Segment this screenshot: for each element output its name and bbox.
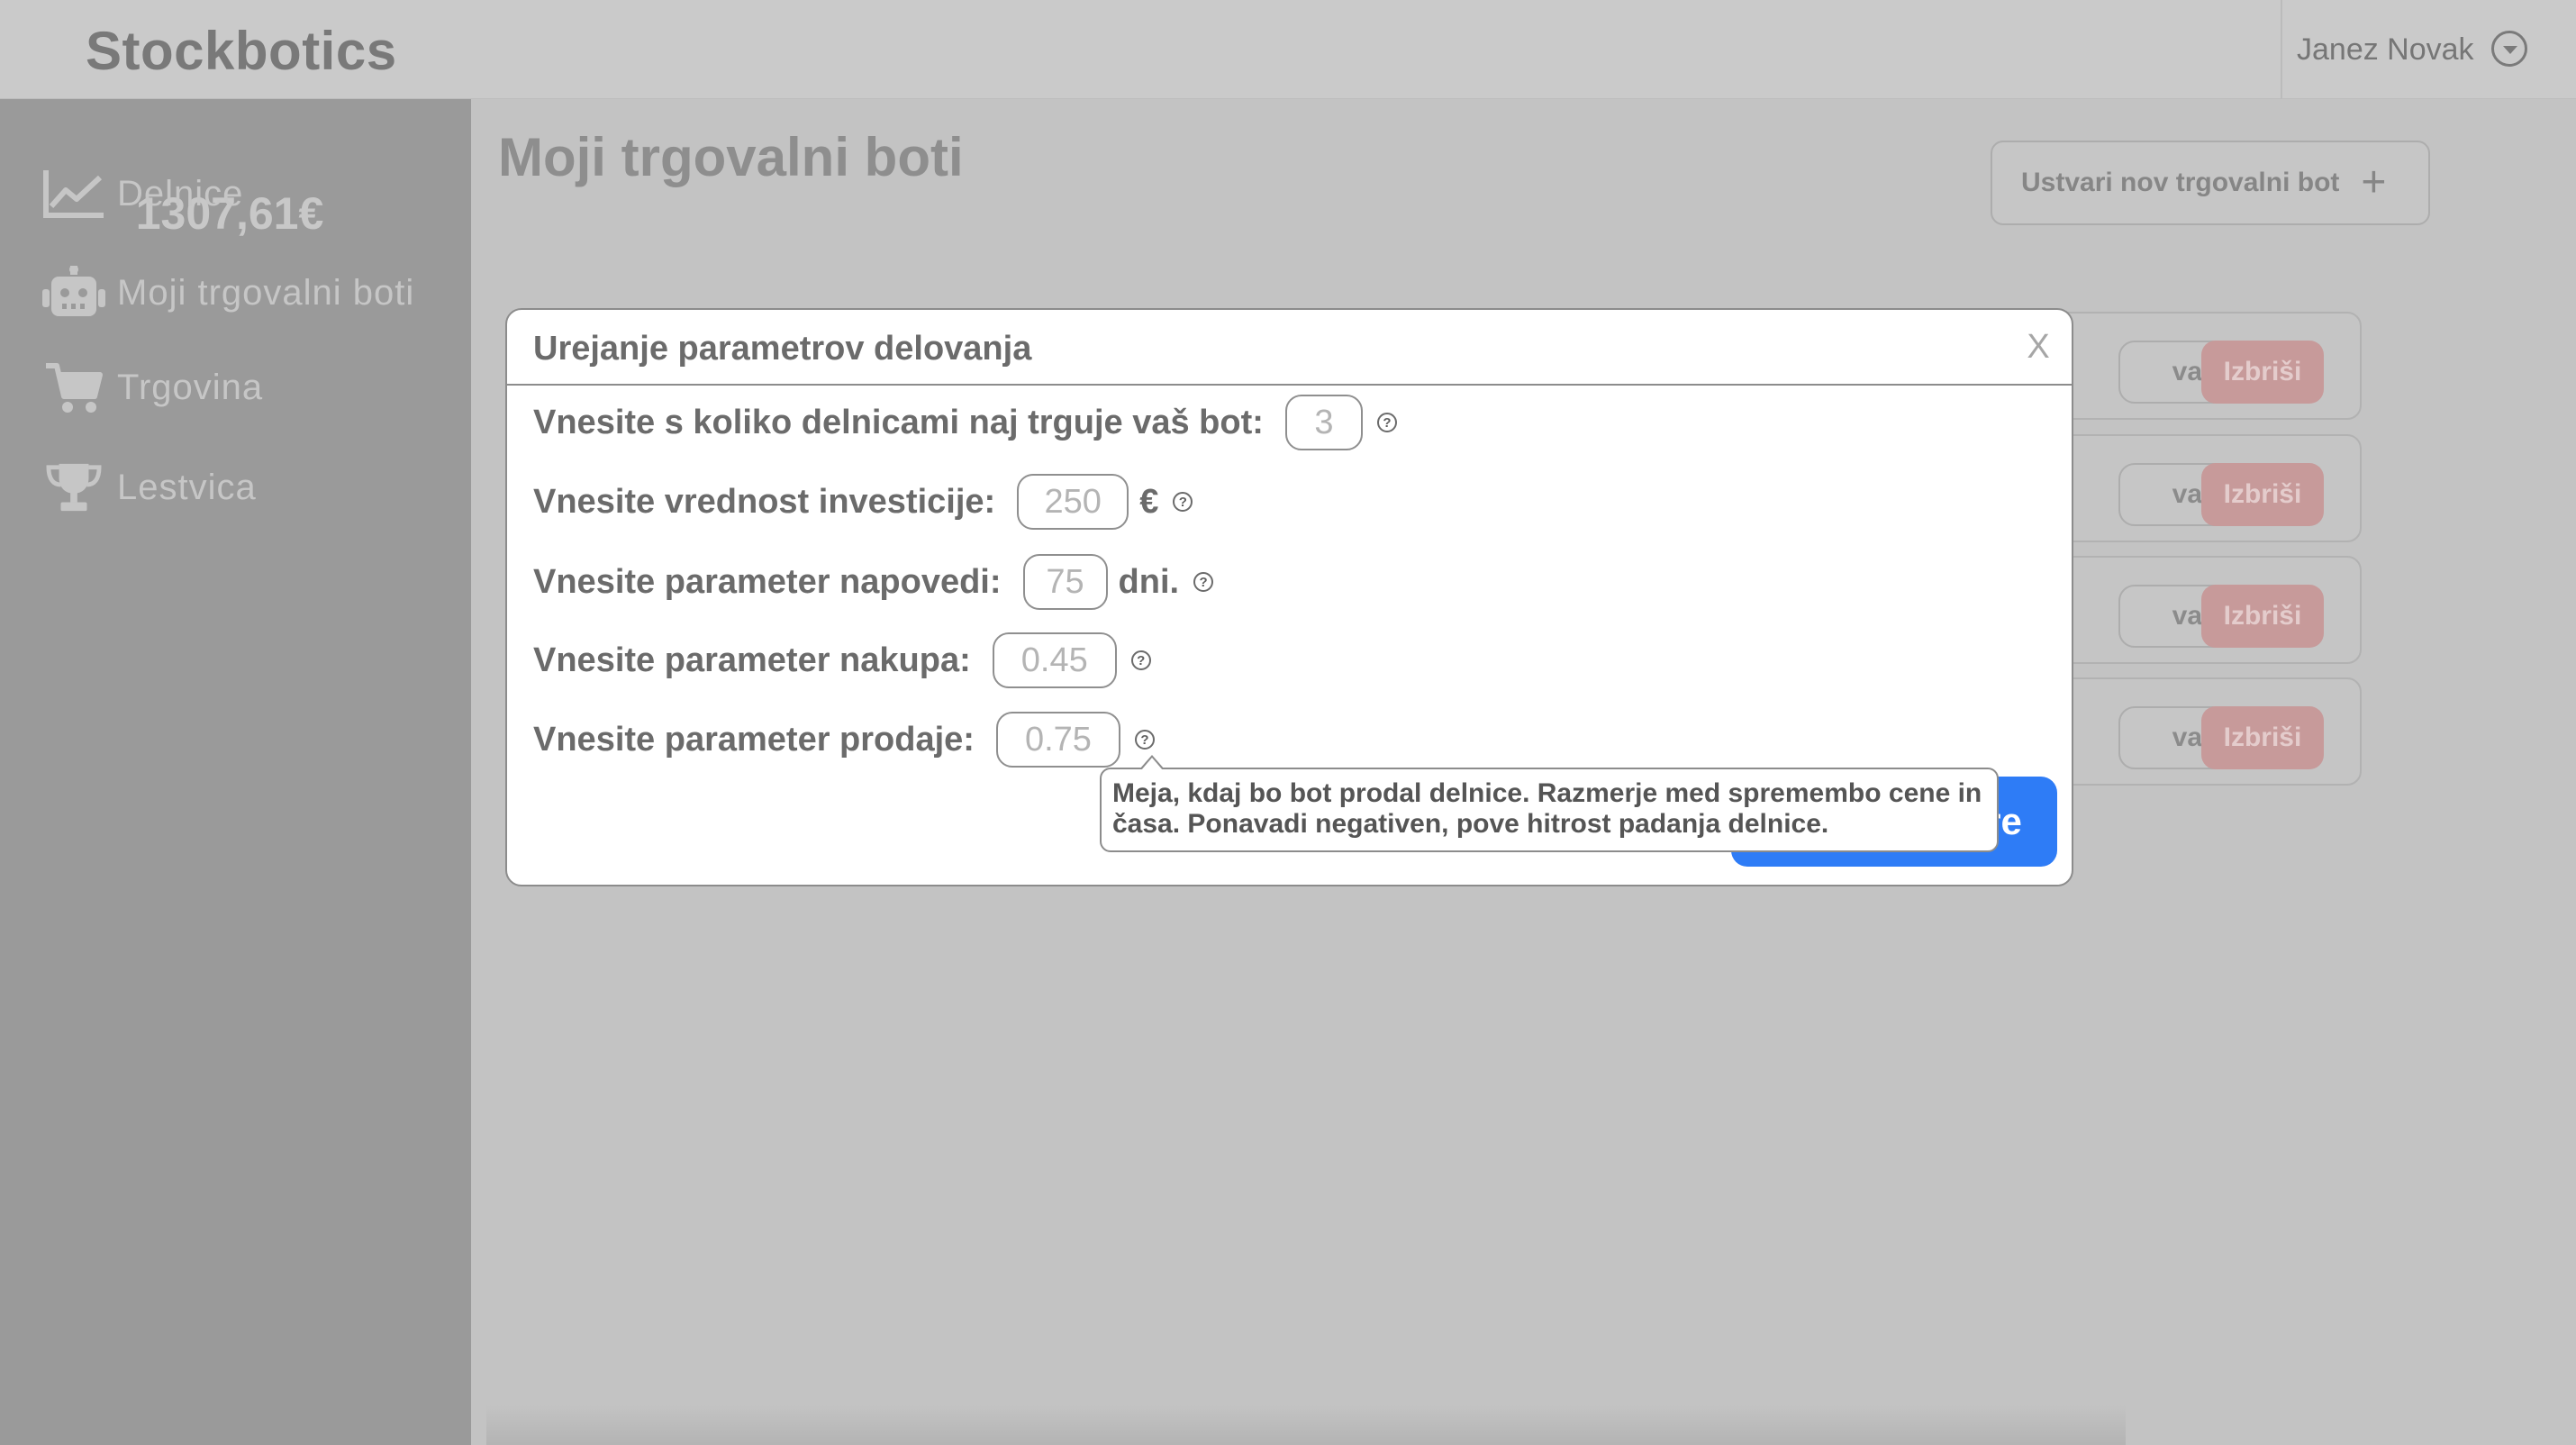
modal-header: Urejanje parametrov delovanja X xyxy=(507,310,2072,386)
shares-count-input[interactable] xyxy=(1284,395,1363,450)
prediction-parameter-input[interactable] xyxy=(1022,554,1108,610)
cart-icon xyxy=(41,359,106,416)
tooltip-text: Meja, kdaj bo bot prodal delnice. Razmer… xyxy=(1112,778,1982,839)
trophy-icon xyxy=(41,459,106,516)
delete-bot-button[interactable]: Izbriši xyxy=(2201,585,2324,648)
create-bot-label: Ustvari nov trgovalni bot xyxy=(2021,168,2340,197)
scroll-shadow xyxy=(486,1405,2126,1445)
param-label: Vnesite s koliko delnicami naj trguje va… xyxy=(533,403,1264,441)
param-row-prediction: Vnesite parameter napovedi: dni. ? xyxy=(533,554,1214,610)
page-title: Moji trgovalni boti xyxy=(498,127,964,187)
delete-bot-button[interactable]: Izbriši xyxy=(2201,341,2324,404)
param-label: Vnesite vrednost investicije: xyxy=(533,482,996,521)
edit-parameters-modal: Urejanje parametrov delovanja X Vnesite … xyxy=(505,308,2073,886)
close-icon[interactable]: X xyxy=(2020,328,2056,368)
param-row-investment: Vnesite vrednost investicije: € ? xyxy=(533,474,1193,530)
sidebar-item-label: Delnice xyxy=(117,173,244,214)
brand-logo[interactable]: Stockbotics xyxy=(86,20,397,82)
delete-bot-button[interactable]: Izbriši xyxy=(2201,706,2324,769)
create-bot-button[interactable]: Ustvari nov trgovalni bot + xyxy=(1991,141,2430,225)
help-icon[interactable]: ? xyxy=(1193,572,1214,592)
user-menu[interactable]: Janez Novak xyxy=(2281,0,2576,99)
top-bar: Stockbotics Janez Novak xyxy=(0,0,2576,99)
param-unit: dni. xyxy=(1118,562,1180,601)
modal-title: Urejanje parametrov delovanja xyxy=(533,330,1032,368)
sidebar: 1307,61€ Delnice Moji trgovalni boti Trg… xyxy=(0,99,471,1445)
sidebar-item-label: Lestvica xyxy=(117,467,257,507)
chart-line-icon xyxy=(41,165,106,223)
param-label: Vnesite parameter napovedi: xyxy=(533,562,1002,601)
param-unit: € xyxy=(1139,482,1159,521)
param-row-shares: Vnesite s koliko delnicami naj trguje va… xyxy=(533,395,1397,450)
sidebar-item-label: Moji trgovalni boti xyxy=(117,272,415,313)
help-icon[interactable]: ? xyxy=(1134,730,1155,750)
buy-parameter-input[interactable] xyxy=(992,632,1117,688)
help-icon[interactable]: ? xyxy=(1173,492,1193,512)
param-row-sell: Vnesite parameter prodaje: ? xyxy=(533,712,1155,768)
plus-icon: + xyxy=(2361,159,2387,206)
delete-bot-button[interactable]: Izbriši xyxy=(2201,463,2324,526)
help-icon[interactable]: ? xyxy=(1376,413,1397,432)
param-label: Vnesite parameter prodaje: xyxy=(533,720,975,759)
chevron-down-circle-icon[interactable] xyxy=(2491,31,2527,67)
param-label: Vnesite parameter nakupa: xyxy=(533,641,971,679)
sidebar-item-delnice[interactable]: Delnice xyxy=(41,162,465,225)
sidebar-item-trgovina[interactable]: Trgovina xyxy=(41,356,465,419)
robot-icon xyxy=(41,264,106,322)
sell-parameter-input[interactable] xyxy=(995,712,1120,768)
sidebar-item-lestvica[interactable]: Lestvica xyxy=(41,456,465,519)
investment-value-input[interactable] xyxy=(1017,474,1129,530)
param-row-buy: Vnesite parameter nakupa: ? xyxy=(533,632,1151,688)
help-icon[interactable]: ? xyxy=(1130,650,1151,670)
sidebar-item-label: Trgovina xyxy=(117,367,264,407)
user-name[interactable]: Janez Novak xyxy=(2297,32,2474,68)
sidebar-item-moji-trgovalni-boti[interactable]: Moji trgovalni boti xyxy=(41,261,465,324)
sell-parameter-tooltip: Meja, kdaj bo bot prodal delnice. Razmer… xyxy=(1100,755,1999,852)
